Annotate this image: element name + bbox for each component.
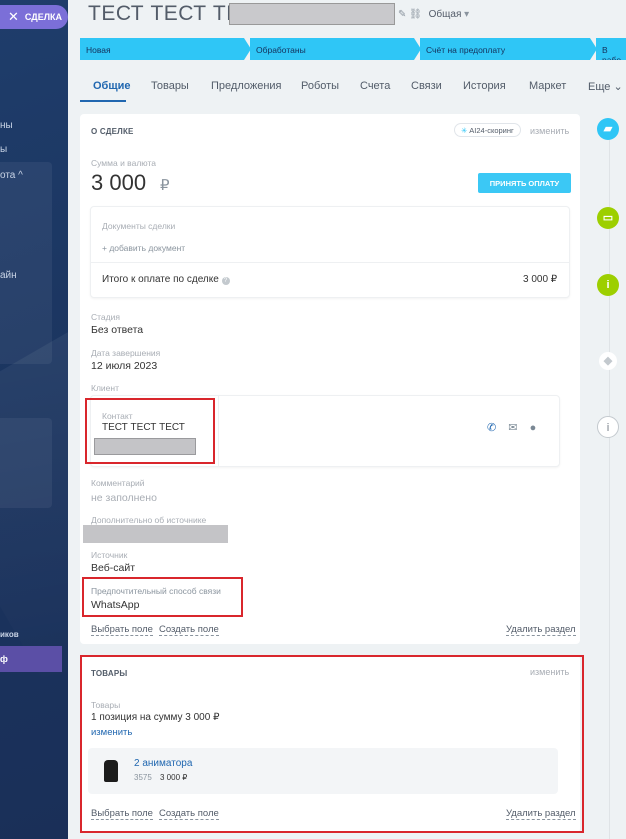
tab-general[interactable]: Общие <box>93 80 131 92</box>
edit-pencil-icon[interactable]: ✎ <box>398 9 406 20</box>
documents-label: Документы сделки <box>102 221 176 231</box>
help-icon[interactable]: ? <box>221 277 230 285</box>
comment-icon[interactable]: ▭ <box>597 207 619 229</box>
about-deal-edit-link[interactable]: изменить <box>530 126 569 136</box>
sidebar-panel-2 <box>0 418 52 508</box>
ai-scoring-badge[interactable]: ✳ AI24-скоринг <box>454 123 521 137</box>
sidebar-item-3[interactable]: айн <box>0 270 17 281</box>
close-deal-button[interactable]: ✕ СДЕЛКА <box>0 5 68 29</box>
category-selector[interactable]: Общая <box>429 9 462 20</box>
stage-processed[interactable]: Обработаны <box>250 38 421 60</box>
chevron-down-icon[interactable]: ▾ <box>464 9 469 20</box>
tab-robots[interactable]: Роботы <box>301 80 339 92</box>
client-divider <box>218 396 219 466</box>
stage-value[interactable]: Без ответа <box>91 324 143 336</box>
highlight-pref-contact <box>82 577 243 617</box>
sidebar-item-1[interactable]: ны <box>0 120 13 131</box>
active-tab-indicator <box>80 100 126 102</box>
left-sidebar: ✕ СДЕЛКА ны ы ота ^ айн иков ф <box>0 0 68 839</box>
sidebar-group-panel <box>0 162 52 364</box>
tab-more[interactable]: Еще ⌄ <box>588 80 623 93</box>
documents-divider <box>90 262 570 263</box>
chat-icon[interactable]: ▰ <box>597 118 619 140</box>
sidebar-item-2[interactable]: ы <box>0 144 7 155</box>
tab-more-label: Еще <box>588 81 611 93</box>
info-icon[interactable]: i <box>597 274 619 296</box>
about-deal-card <box>80 114 580 644</box>
source-label: Источник <box>91 550 128 560</box>
total-value: 3 000 ₽ <box>523 274 558 285</box>
info-outline-icon[interactable]: i <box>597 416 619 438</box>
comment-value[interactable]: не заполнено <box>91 492 157 504</box>
title-tools: ✎ ⛓ Общая ▾ <box>398 9 469 20</box>
stage-bar: Новая Обработаны Счёт на предоплату В ра… <box>80 38 626 60</box>
about-deal-title: О СДЕЛКЕ <box>91 127 134 136</box>
close-deal-label: СДЕЛКА <box>24 12 63 22</box>
sidebar-group-header[interactable]: ота ^ <box>0 170 23 181</box>
stage-new[interactable]: Новая <box>80 38 251 60</box>
contact-actions: ✆ ✉ ● <box>487 421 545 434</box>
source-extra-label: Дополнительно об источнике <box>91 515 207 525</box>
stage-label: Стадия <box>91 312 120 322</box>
mail-icon[interactable]: ✉ <box>508 422 517 434</box>
select-field-link[interactable]: Выбрать поле <box>91 624 153 636</box>
tab-offers[interactable]: Предложения <box>211 80 282 92</box>
close-icon: ✕ <box>8 9 19 24</box>
redacted-source-extra <box>83 525 228 543</box>
comment-label: Комментарий <box>91 478 145 488</box>
phone-icon[interactable]: ✆ <box>487 422 496 434</box>
redacted-title-field <box>229 3 395 25</box>
link-icon[interactable]: ⛓ <box>409 9 422 20</box>
currency-symbol: ₽ <box>160 177 170 194</box>
delete-section-link[interactable]: Удалить раздел <box>506 624 576 636</box>
tab-invoices[interactable]: Счета <box>360 80 390 92</box>
total-label-text: Итого к оплате по сделке <box>102 274 219 285</box>
tab-history[interactable]: История <box>463 80 506 92</box>
client-label: Клиент <box>91 383 119 393</box>
highlight-contact <box>85 398 215 464</box>
deal-main-area: ТЕСТ ТЕСТ ТЕСТ, ✎ ⛓ Общая ▾ Новая Обрабо… <box>68 0 626 839</box>
total-label: Итого к оплате по сделке ? <box>102 274 230 285</box>
tab-market[interactable]: Маркет <box>529 80 566 92</box>
close-date-value[interactable]: 12 июля 2023 <box>91 360 157 372</box>
add-document-link[interactable]: + добавить документ <box>102 243 185 253</box>
stage-in-progress[interactable]: В рабо <box>596 38 626 60</box>
deal-tabs: Общие Товары Предложения Роботы Счета Св… <box>80 78 626 100</box>
chat-bubble-icon[interactable]: ● <box>530 422 537 434</box>
tag-icon[interactable]: ◆ <box>599 352 617 370</box>
sidebar-item-active[interactable]: ф <box>0 646 62 672</box>
close-date-label: Дата завершения <box>91 348 161 358</box>
highlight-products <box>80 655 584 833</box>
create-field-link[interactable]: Создать поле <box>159 624 219 636</box>
accept-payment-button[interactable]: ПРИНЯТЬ ОПЛАТУ <box>478 173 571 193</box>
amount-label: Сумма и валюта <box>91 158 156 168</box>
ai-scoring-icon: ✳ <box>461 126 468 135</box>
tab-links[interactable]: Связи <box>411 80 442 92</box>
sidebar-item-4[interactable]: иков <box>0 630 19 639</box>
amount-value: 3 000 <box>91 170 147 195</box>
chevron-down-icon: ⌄ <box>613 81 623 93</box>
ai-scoring-label: AI24-скоринг <box>469 126 514 135</box>
tab-products[interactable]: Товары <box>151 80 189 92</box>
source-value[interactable]: Веб-сайт <box>91 562 135 574</box>
stage-prepayment-invoice[interactable]: Счёт на предоплату <box>420 38 597 60</box>
